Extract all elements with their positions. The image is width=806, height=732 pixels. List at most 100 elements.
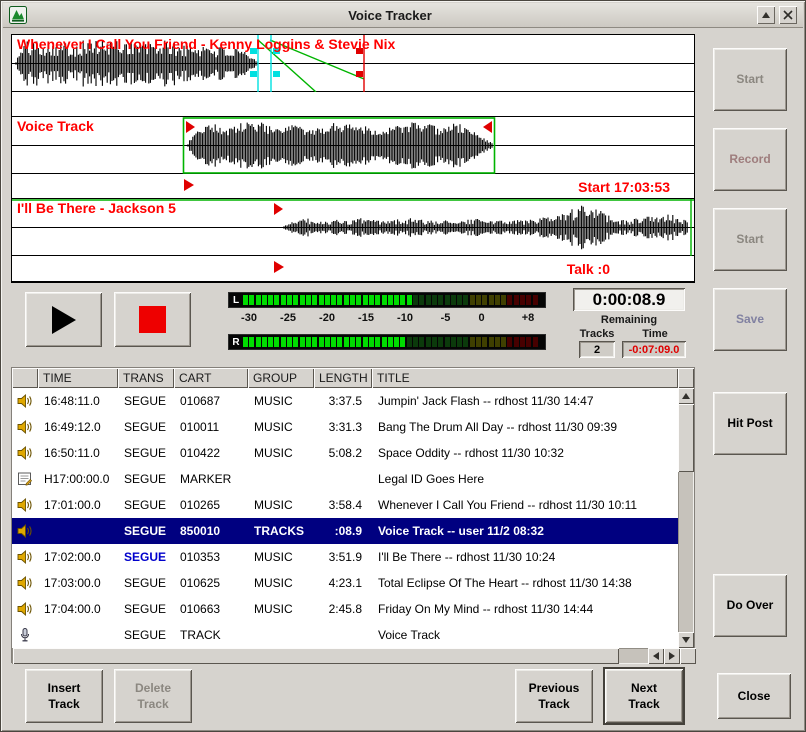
track-strip-1	[12, 92, 694, 116]
speaker-icon	[12, 393, 38, 409]
do-over-button[interactable]: Do Over	[713, 574, 787, 637]
record-button[interactable]: Record	[713, 128, 787, 191]
cell-trans: SEGUE	[118, 446, 174, 460]
table-row[interactable]: 17:04:00.0 SEGUE 010663 MUSIC 2:45.8 Fri…	[12, 596, 678, 622]
cell-length: 3:51.9	[314, 550, 372, 564]
waveform-row-1[interactable]: Whenever I Call You Friend - Kenny Loggi…	[12, 35, 694, 92]
song-start-handle[interactable]	[274, 203, 283, 215]
start-button-2[interactable]: Start	[713, 208, 787, 271]
cell-title: Voice Track -- user 11/2 08:32	[372, 524, 678, 538]
previous-track-button[interactable]: Previous Track	[515, 669, 593, 723]
up-arrow-icon	[682, 393, 690, 399]
song-start-handle[interactable]	[274, 261, 284, 273]
remaining-tracks-value: 2	[579, 341, 615, 358]
cell-title: Legal ID Goes Here	[372, 472, 678, 486]
speaker-icon	[12, 445, 38, 461]
stop-button[interactable]	[114, 292, 191, 347]
cell-trans: SEGUE	[118, 394, 174, 408]
cell-trans: SEGUE	[118, 472, 174, 486]
cell-cart: MARKER	[174, 472, 248, 486]
cell-trans: SEGUE	[118, 576, 174, 590]
talk-time-label: Talk :0	[567, 261, 610, 277]
scroll-left-button[interactable]	[648, 648, 664, 664]
column-header-trans: TRANS	[118, 368, 174, 388]
insert-track-button[interactable]: Insert Track	[25, 669, 103, 723]
remaining-time-label: Time	[625, 328, 685, 340]
close-button-bottom[interactable]: Close	[717, 673, 791, 719]
remaining-time-value: -0:07:09.0	[622, 341, 686, 358]
cell-title: I'll Be There -- rdhost 11/30 10:24	[372, 550, 678, 564]
cell-time: 16:48:11.0	[38, 394, 118, 408]
cell-time: 17:02:00.0	[38, 550, 118, 564]
track-title-1: Whenever I Call You Friend - Kenny Loggi…	[17, 36, 395, 52]
next-track-button[interactable]: Next Track	[605, 669, 683, 723]
vertical-scrollbar[interactable]	[678, 388, 694, 648]
close-icon	[783, 10, 793, 20]
cell-trans: SEGUE	[118, 550, 174, 564]
track-start-handle[interactable]	[184, 179, 194, 191]
horizontal-scroll-thumb[interactable]	[13, 648, 619, 664]
table-row[interactable]: 17:03:00.0 SEGUE 010625 MUSIC 4:23.1 Tot…	[12, 570, 678, 596]
waveform-row-3[interactable]: I'll Be There - Jackson 5	[12, 199, 694, 256]
track-end-handle[interactable]	[483, 121, 492, 133]
table-row[interactable]: SEGUE TRACK Voice Track	[12, 622, 678, 648]
cell-cart: 010625	[174, 576, 248, 590]
cell-cart: 010422	[174, 446, 248, 460]
cell-time: H17:00:00.0	[38, 472, 118, 486]
close-button[interactable]	[779, 6, 797, 24]
track-panel-3[interactable]: I'll Be There - Jackson 5 Talk :0	[12, 199, 694, 281]
cell-length: 2:45.8	[314, 602, 372, 616]
meter-scale-label: -20	[319, 312, 335, 324]
table-row[interactable]: 16:48:11.0 SEGUE 010687 MUSIC 3:37.5 Jum…	[12, 388, 678, 414]
scroll-up-button[interactable]	[678, 388, 694, 404]
table-row[interactable]: 17:01:00.0 SEGUE 010265 MUSIC 3:58.4 Whe…	[12, 492, 678, 518]
stop-icon	[139, 306, 166, 333]
waveform-2[interactable]	[12, 117, 694, 174]
speaker-icon	[12, 419, 38, 435]
horizontal-scrollbar[interactable]	[12, 648, 696, 664]
cell-length: :08.9	[314, 524, 372, 538]
cell-group: MUSIC	[248, 602, 314, 616]
table-row[interactable]: 17:02:00.0 SEGUE 010353 MUSIC 3:51.9 I'l…	[12, 544, 678, 570]
audio-meter: L -30 -25 -20 -15 -10 -5 0 +8 R	[228, 291, 546, 351]
track-panel-2[interactable]: Voice Track Start 17:03:53	[12, 117, 694, 199]
cell-cart: 010663	[174, 602, 248, 616]
play-button[interactable]	[25, 292, 102, 347]
cell-group: MUSIC	[248, 576, 314, 590]
vertical-scroll-thumb[interactable]	[678, 404, 694, 472]
elapsed-time-display: 0:00:08.9	[573, 288, 685, 311]
cell-cart: 010353	[174, 550, 248, 564]
maximize-icon	[762, 12, 770, 18]
scroll-right-button[interactable]	[664, 648, 680, 664]
speaker-icon	[12, 523, 38, 539]
remaining-tracks-label: Tracks	[571, 328, 623, 340]
header-corner	[678, 368, 694, 388]
waveform-row-2[interactable]: Voice Track	[12, 117, 694, 174]
meter-scale-label: -25	[280, 312, 296, 324]
cell-time: 17:04:00.0	[38, 602, 118, 616]
table-row[interactable]: 16:49:12.0 SEGUE 010011 MUSIC 3:31.3 Ban…	[12, 414, 678, 440]
save-button[interactable]: Save	[713, 288, 787, 351]
maximize-button[interactable]	[757, 6, 775, 24]
track-title-2: Voice Track	[17, 118, 94, 134]
titlebar[interactable]: Voice Tracker	[3, 3, 803, 28]
table-row[interactable]: H17:00:00.0 SEGUE MARKER Legal ID Goes H…	[12, 466, 678, 492]
meter-scale-label: -10	[397, 312, 413, 324]
down-arrow-icon	[682, 637, 690, 643]
track-panel-1[interactable]: Whenever I Call You Friend - Kenny Loggi…	[12, 35, 694, 117]
start-time-label: Start 17:03:53	[578, 179, 670, 195]
cell-trans: SEGUE	[118, 628, 174, 642]
meter-left-channel: L	[228, 292, 546, 308]
speaker-icon	[12, 601, 38, 617]
table-row[interactable]: 16:50:11.0 SEGUE 010422 MUSIC 5:08.2 Spa…	[12, 440, 678, 466]
scroll-down-button[interactable]	[678, 632, 694, 648]
meter-left-label: L	[229, 295, 243, 306]
table-row[interactable]: SEGUE 850010 TRACKS :08.9 Voice Track --…	[12, 518, 678, 544]
track-title-3: I'll Be There - Jackson 5	[17, 200, 176, 216]
delete-track-button[interactable]: Delete Track	[114, 669, 192, 723]
cell-group: MUSIC	[248, 498, 314, 512]
hit-post-button[interactable]: Hit Post	[713, 392, 787, 455]
start-button-1[interactable]: Start	[713, 48, 787, 111]
meter-right-label: R	[229, 337, 243, 348]
track-start-handle[interactable]	[186, 121, 195, 133]
